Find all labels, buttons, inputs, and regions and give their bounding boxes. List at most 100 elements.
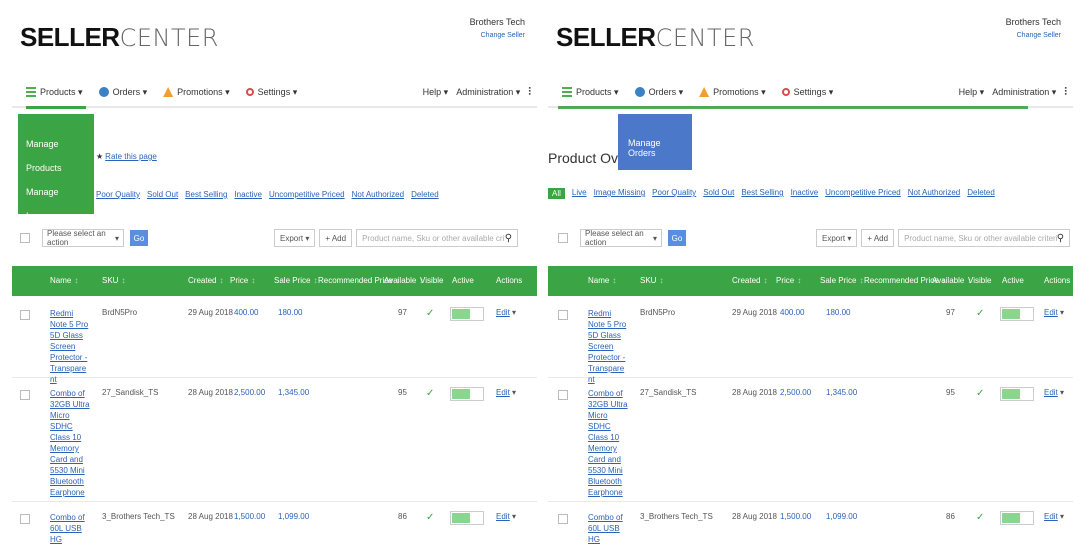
filter-inactive[interactable]: Inactive [234, 190, 262, 199]
rate-page-link[interactable]: ★ Rate this page [96, 152, 157, 161]
nav-help[interactable]: Help ▾ [423, 87, 449, 98]
seller-center-logo[interactable]: SELLERCENTER [20, 22, 219, 53]
filter-inactive[interactable]: Inactive [791, 188, 819, 199]
select-all-checkbox[interactable] [20, 233, 30, 243]
sale-price[interactable]: 1,345.00 [278, 388, 309, 397]
menu-manage-orders[interactable]: Manage Orders [628, 138, 682, 158]
edit-menu[interactable]: Edit ▾ [1044, 512, 1064, 521]
col-active[interactable]: Active [1002, 276, 1024, 285]
filter-live[interactable]: Live [572, 188, 587, 199]
col-sku[interactable]: SKU ↕ [640, 276, 663, 285]
edit-menu[interactable]: Edit ▾ [496, 388, 516, 397]
filter-sold-out[interactable]: Sold Out [147, 190, 178, 199]
sale-price[interactable]: 180.00 [826, 308, 850, 317]
user-icon[interactable]: ⫶ [528, 86, 531, 99]
col-visible[interactable]: Visible [968, 276, 991, 285]
export-button[interactable]: Export ▾ [816, 229, 858, 247]
filter-best-selling[interactable]: Best Selling [185, 190, 227, 199]
menu-manage-images[interactable]: Manage Images [26, 180, 86, 228]
col-sale-price[interactable]: Sale Price ↕ [274, 276, 317, 285]
price[interactable]: 1,500.00 [234, 512, 265, 521]
filter-poor-quality[interactable]: Poor Quality [652, 188, 696, 199]
active-toggle[interactable] [450, 307, 484, 321]
price[interactable]: 400.00 [780, 308, 804, 317]
filter-uncompetitive[interactable]: Uncompetitive Priced [825, 188, 901, 199]
nav-products[interactable]: Products ▾ [562, 87, 619, 98]
search-input[interactable]: Product name, Sku or other available cri… [356, 229, 519, 247]
col-available[interactable]: Available ↕ [384, 276, 423, 285]
change-seller-link[interactable]: Change Seller [1006, 29, 1061, 42]
filter-sold-out[interactable]: Sold Out [703, 188, 734, 199]
col-visible[interactable]: Visible [420, 276, 443, 285]
price[interactable]: 2,500.00 [234, 388, 265, 397]
edit-menu[interactable]: Edit ▾ [496, 308, 516, 317]
change-seller-link[interactable]: Change Seller [470, 29, 525, 42]
nav-settings[interactable]: Settings ▾ [245, 87, 297, 98]
row-checkbox[interactable] [558, 390, 568, 400]
col-price[interactable]: Price ↕ [776, 276, 801, 285]
search-input[interactable]: Product name, Sku or other available cri… [898, 229, 1071, 247]
nav-administration[interactable]: Administration ▾ [456, 87, 520, 98]
sale-price[interactable]: 1,099.00 [826, 512, 857, 521]
sale-price[interactable]: 1,345.00 [826, 388, 857, 397]
col-available[interactable]: Available ↕ [932, 276, 971, 285]
nav-products[interactable]: Products ▾ [26, 87, 83, 98]
price[interactable]: 400.00 [234, 308, 258, 317]
nav-orders[interactable]: Orders ▾ [98, 87, 147, 98]
row-checkbox[interactable] [20, 390, 30, 400]
col-price[interactable]: Price ↕ [230, 276, 255, 285]
active-toggle[interactable] [1000, 307, 1034, 321]
bulk-action-select[interactable]: Please select an action ▾ [580, 229, 662, 247]
filter-all[interactable]: All [548, 188, 565, 199]
filter-image-missing[interactable]: Image Missing [594, 188, 646, 199]
edit-menu[interactable]: Edit ▾ [496, 512, 516, 521]
search-icon[interactable]: ⚲ [1057, 233, 1064, 244]
active-toggle[interactable] [1000, 511, 1034, 525]
bulk-action-select[interactable]: Please select an action ▾ [42, 229, 124, 247]
edit-menu[interactable]: Edit ▾ [1044, 388, 1064, 397]
product-name-link[interactable]: Redmi Note 5 Pro 5D Glass Screen Protect… [588, 308, 628, 385]
sale-price[interactable]: 1,099.00 [278, 512, 309, 521]
col-name[interactable]: Name ↕ [50, 276, 78, 285]
col-active[interactable]: Active [452, 276, 474, 285]
row-checkbox[interactable] [20, 310, 30, 320]
col-created[interactable]: Created ↕ [188, 276, 223, 285]
filter-deleted[interactable]: Deleted [411, 190, 439, 199]
nav-promotions[interactable]: Promotions ▾ [699, 87, 766, 98]
filter-deleted[interactable]: Deleted [967, 188, 995, 199]
product-name-link[interactable]: Combo of 32GB Ultra Micro SDHC Class 10 … [50, 388, 90, 498]
filter-uncompetitive[interactable]: Uncompetitive Priced [269, 190, 345, 199]
go-button[interactable]: Go [668, 230, 686, 246]
filter-not-authorized[interactable]: Not Authorized [352, 190, 404, 199]
active-toggle[interactable] [450, 511, 484, 525]
price[interactable]: 1,500.00 [780, 512, 811, 521]
row-checkbox[interactable] [20, 514, 30, 524]
edit-menu[interactable]: Edit ▾ [1044, 308, 1064, 317]
price[interactable]: 2,500.00 [780, 388, 811, 397]
filter-poor-quality[interactable]: Poor Quality [96, 190, 140, 199]
sale-price[interactable]: 180.00 [278, 308, 302, 317]
go-button[interactable]: Go [130, 230, 148, 246]
nav-help[interactable]: Help ▾ [959, 87, 985, 98]
nav-settings[interactable]: Settings ▾ [781, 87, 833, 98]
active-toggle[interactable] [450, 387, 484, 401]
add-button[interactable]: + Add [319, 229, 353, 247]
filter-not-authorized[interactable]: Not Authorized [908, 188, 960, 199]
nav-orders[interactable]: Orders ▾ [634, 87, 683, 98]
export-button[interactable]: Export ▾ [274, 229, 316, 247]
add-button[interactable]: + Add [861, 229, 895, 247]
product-name-link[interactable]: Combo of 32GB Ultra Micro SDHC Class 10 … [588, 388, 628, 498]
nav-administration[interactable]: Administration ▾ [992, 87, 1056, 98]
col-sku[interactable]: SKU ↕ [102, 276, 125, 285]
nav-promotions[interactable]: Promotions ▾ [163, 87, 230, 98]
seller-center-logo[interactable]: SELLERCENTER [556, 22, 755, 53]
col-created[interactable]: Created ↕ [732, 276, 767, 285]
col-sale-price[interactable]: Sale Price ↕ [820, 276, 863, 285]
product-name-link[interactable]: Combo of 60L USB HG [588, 512, 628, 545]
search-icon[interactable]: ⚲ [505, 233, 512, 244]
active-toggle[interactable] [1000, 387, 1034, 401]
select-all-checkbox[interactable] [558, 233, 568, 243]
col-name[interactable]: Name ↕ [588, 276, 616, 285]
product-name-link[interactable]: Redmi Note 5 Pro 5D Glass Screen Protect… [50, 308, 90, 385]
user-icon[interactable]: ⫶ [1064, 86, 1067, 99]
